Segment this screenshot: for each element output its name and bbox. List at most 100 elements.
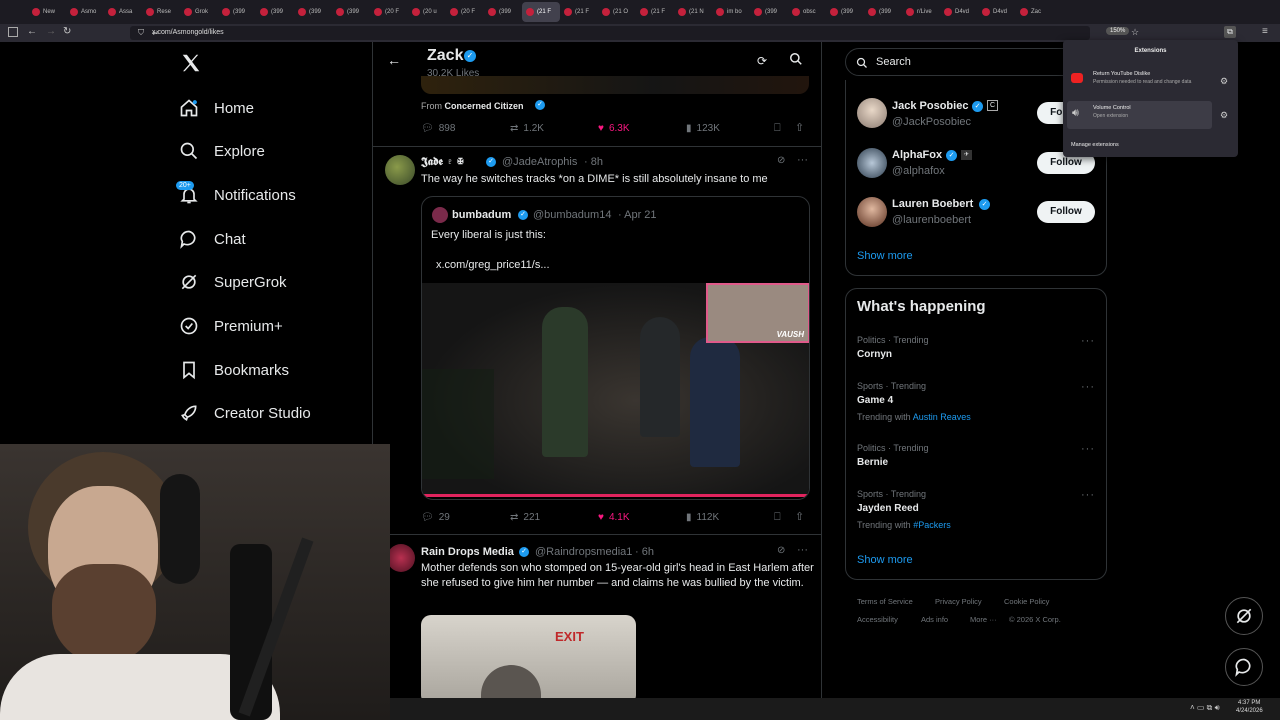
avatar[interactable] — [857, 197, 887, 227]
bookmark-icon[interactable]: ⎕ — [774, 511, 781, 524]
trend-more-icon[interactable]: ··· — [1081, 443, 1095, 455]
quote-link[interactable]: x.com/greg_price11/s... — [436, 259, 550, 271]
browser-tab[interactable]: r/Live — [902, 2, 940, 22]
trend-more-icon[interactable]: ··· — [1081, 381, 1095, 393]
browser-tab[interactable]: Asmo — [66, 2, 104, 22]
browser-tab[interactable]: D4vd — [940, 2, 978, 22]
tweet-image[interactable]: EXIT — [421, 615, 636, 698]
who-to-follow-name[interactable]: Jack Posobiec — [892, 100, 968, 112]
address-bar[interactable]: x.com/Asmongold/likes — [130, 26, 1090, 40]
extension-item-volume-control[interactable]: 🔊︎ Volume Control Open extension — [1067, 101, 1212, 129]
follow-button[interactable]: Follow — [1037, 201, 1095, 223]
forward-icon[interactable]: → — [46, 26, 56, 37]
share-icon[interactable]: ⇧ — [795, 121, 804, 134]
sidebar-item-notifications[interactable]: Notifications — [178, 184, 296, 206]
browser-tab[interactable]: (20 u — [408, 2, 446, 22]
trend-more-icon[interactable]: ··· — [1081, 335, 1095, 347]
refresh-icon[interactable]: ⟳ — [757, 54, 767, 68]
reload-icon[interactable]: ↻ — [63, 26, 71, 37]
extensions-icon[interactable]: ⧉ — [1224, 26, 1236, 38]
who-to-follow-handle[interactable]: @JackPosobiec — [892, 116, 971, 128]
browser-tab[interactable]: (399 — [826, 2, 864, 22]
footer-link[interactable]: Privacy Policy — [935, 597, 982, 606]
quote-tweet[interactable]: bumbadum ✓ @bumbadum14 · Apr 21 Every li… — [421, 196, 810, 500]
who-to-follow-name[interactable]: AlphaFox — [892, 149, 942, 161]
messages-floating-button[interactable] — [1225, 648, 1263, 686]
shield-icon[interactable]: ⛉ — [138, 28, 144, 38]
tweet-time[interactable]: · 6h — [635, 546, 654, 558]
more-options-icon[interactable]: ··· — [797, 154, 808, 166]
footer-link[interactable]: Ads info — [921, 615, 948, 624]
trend-name[interactable]: Game 4 — [857, 395, 893, 406]
avatar[interactable] — [857, 148, 887, 178]
tweet-handle[interactable]: @JadeAtrophis — [502, 156, 577, 168]
sidebar-item-bookmarks[interactable]: Bookmarks — [178, 359, 289, 381]
trend-more-icon[interactable]: ··· — [1081, 489, 1095, 501]
avatar[interactable] — [857, 98, 887, 128]
views-button[interactable]: ▮ 112K — [686, 512, 719, 523]
retweet-button[interactable]: ⇄ 1.2K — [510, 123, 544, 134]
feed-search-icon[interactable] — [789, 52, 803, 66]
avatar[interactable] — [387, 544, 415, 572]
browser-tab[interactable]: (21 F — [636, 2, 674, 22]
browser-tab[interactable]: Rese — [142, 2, 180, 22]
sidebar-item-creator-studio[interactable]: Creator Studio — [178, 402, 311, 424]
sidebar-item-premium[interactable]: Premium+ — [178, 315, 283, 337]
tweet-handle[interactable]: @Raindropsmedia1 — [535, 546, 632, 558]
footer-link[interactable]: Terms of Service — [857, 597, 913, 606]
who-to-follow-handle[interactable]: @alphafox — [892, 165, 945, 177]
browser-tab[interactable]: (21 O — [598, 2, 636, 22]
browser-tab[interactable]: (399 — [484, 2, 522, 22]
browser-tab[interactable]: (399 — [750, 2, 788, 22]
browser-tab[interactable]: obsc — [788, 2, 826, 22]
tweet-time[interactable]: · 8h — [584, 156, 603, 168]
who-to-follow-handle[interactable]: @laurenboebert — [892, 214, 971, 226]
video-player[interactable]: VAUSH — [422, 283, 809, 497]
retweet-button[interactable]: ⇄ 221 — [510, 512, 540, 523]
browser-tab[interactable]: Assa — [104, 2, 142, 22]
sidebar-item-supergrok[interactable]: SuperGrok — [178, 271, 287, 293]
extension-settings-icon[interactable]: ⚙ — [1220, 110, 1228, 121]
views-button[interactable]: ▮ 123K — [686, 123, 720, 134]
browser-tab[interactable]: Zac — [1016, 2, 1054, 22]
video-progress-bar[interactable] — [422, 494, 809, 497]
menu-icon[interactable]: ≡ — [1262, 26, 1268, 37]
tray-icons[interactable]: ˄ ▭ ⧉ 🔊︎ — [1190, 703, 1220, 713]
back-icon[interactable]: ← — [27, 26, 37, 37]
browser-tab[interactable]: (399 — [218, 2, 256, 22]
show-more-link[interactable]: Show more — [857, 250, 913, 262]
grok-floating-button[interactable] — [1225, 597, 1263, 635]
trend-name[interactable]: Jayden Reed — [857, 503, 919, 514]
footer-link[interactable]: More ··· — [970, 615, 997, 624]
back-arrow-icon[interactable]: ← — [387, 52, 401, 68]
extension-item-return-youtube-dislike[interactable]: Return YouTube Dislike Permission needed… — [1067, 68, 1216, 96]
bookmark-star-icon[interactable]: ☆ — [1131, 27, 1139, 38]
browser-tab[interactable]: (399 — [256, 2, 294, 22]
browser-tab[interactable]: (399 — [864, 2, 902, 22]
extension-settings-icon[interactable]: ⚙ — [1220, 76, 1228, 87]
sidebar-toggle-icon[interactable] — [8, 27, 18, 37]
sidebar-item-explore[interactable]: Explore — [178, 140, 265, 162]
browser-tab[interactable]: D4vd — [978, 2, 1016, 22]
who-to-follow-name[interactable]: Lauren Boebert — [892, 198, 973, 210]
grok-icon[interactable]: ⊘ — [777, 155, 785, 166]
browser-tab[interactable]: Grok — [180, 2, 218, 22]
browser-tab[interactable]: New — [28, 2, 66, 22]
browser-tab[interactable]: (21 F — [522, 2, 560, 22]
browser-tab[interactable]: (21 F — [560, 2, 598, 22]
footer-link[interactable]: Cookie Policy — [1004, 597, 1049, 606]
browser-tab[interactable]: (20 F — [370, 2, 408, 22]
manage-extensions-link[interactable]: Manage extensions — [1071, 142, 1119, 148]
x-logo[interactable] — [180, 52, 202, 74]
site-info-icon[interactable]: ⇌ — [152, 28, 159, 37]
avatar[interactable] — [385, 155, 415, 185]
trend-with-link[interactable]: Austin Reaves — [913, 412, 971, 422]
browser-tab[interactable]: (399 — [332, 2, 370, 22]
browser-tab[interactable]: (20 F — [446, 2, 484, 22]
like-button[interactable]: ♥ 4.1K — [598, 512, 630, 523]
search-input[interactable]: Search — [876, 56, 911, 68]
tweet-author[interactable]: Rain Drops Media — [421, 546, 514, 558]
sidebar-item-home[interactable]: Home — [178, 97, 254, 119]
trend-name[interactable]: Cornyn — [857, 349, 892, 360]
show-more-link[interactable]: Show more — [857, 554, 913, 566]
